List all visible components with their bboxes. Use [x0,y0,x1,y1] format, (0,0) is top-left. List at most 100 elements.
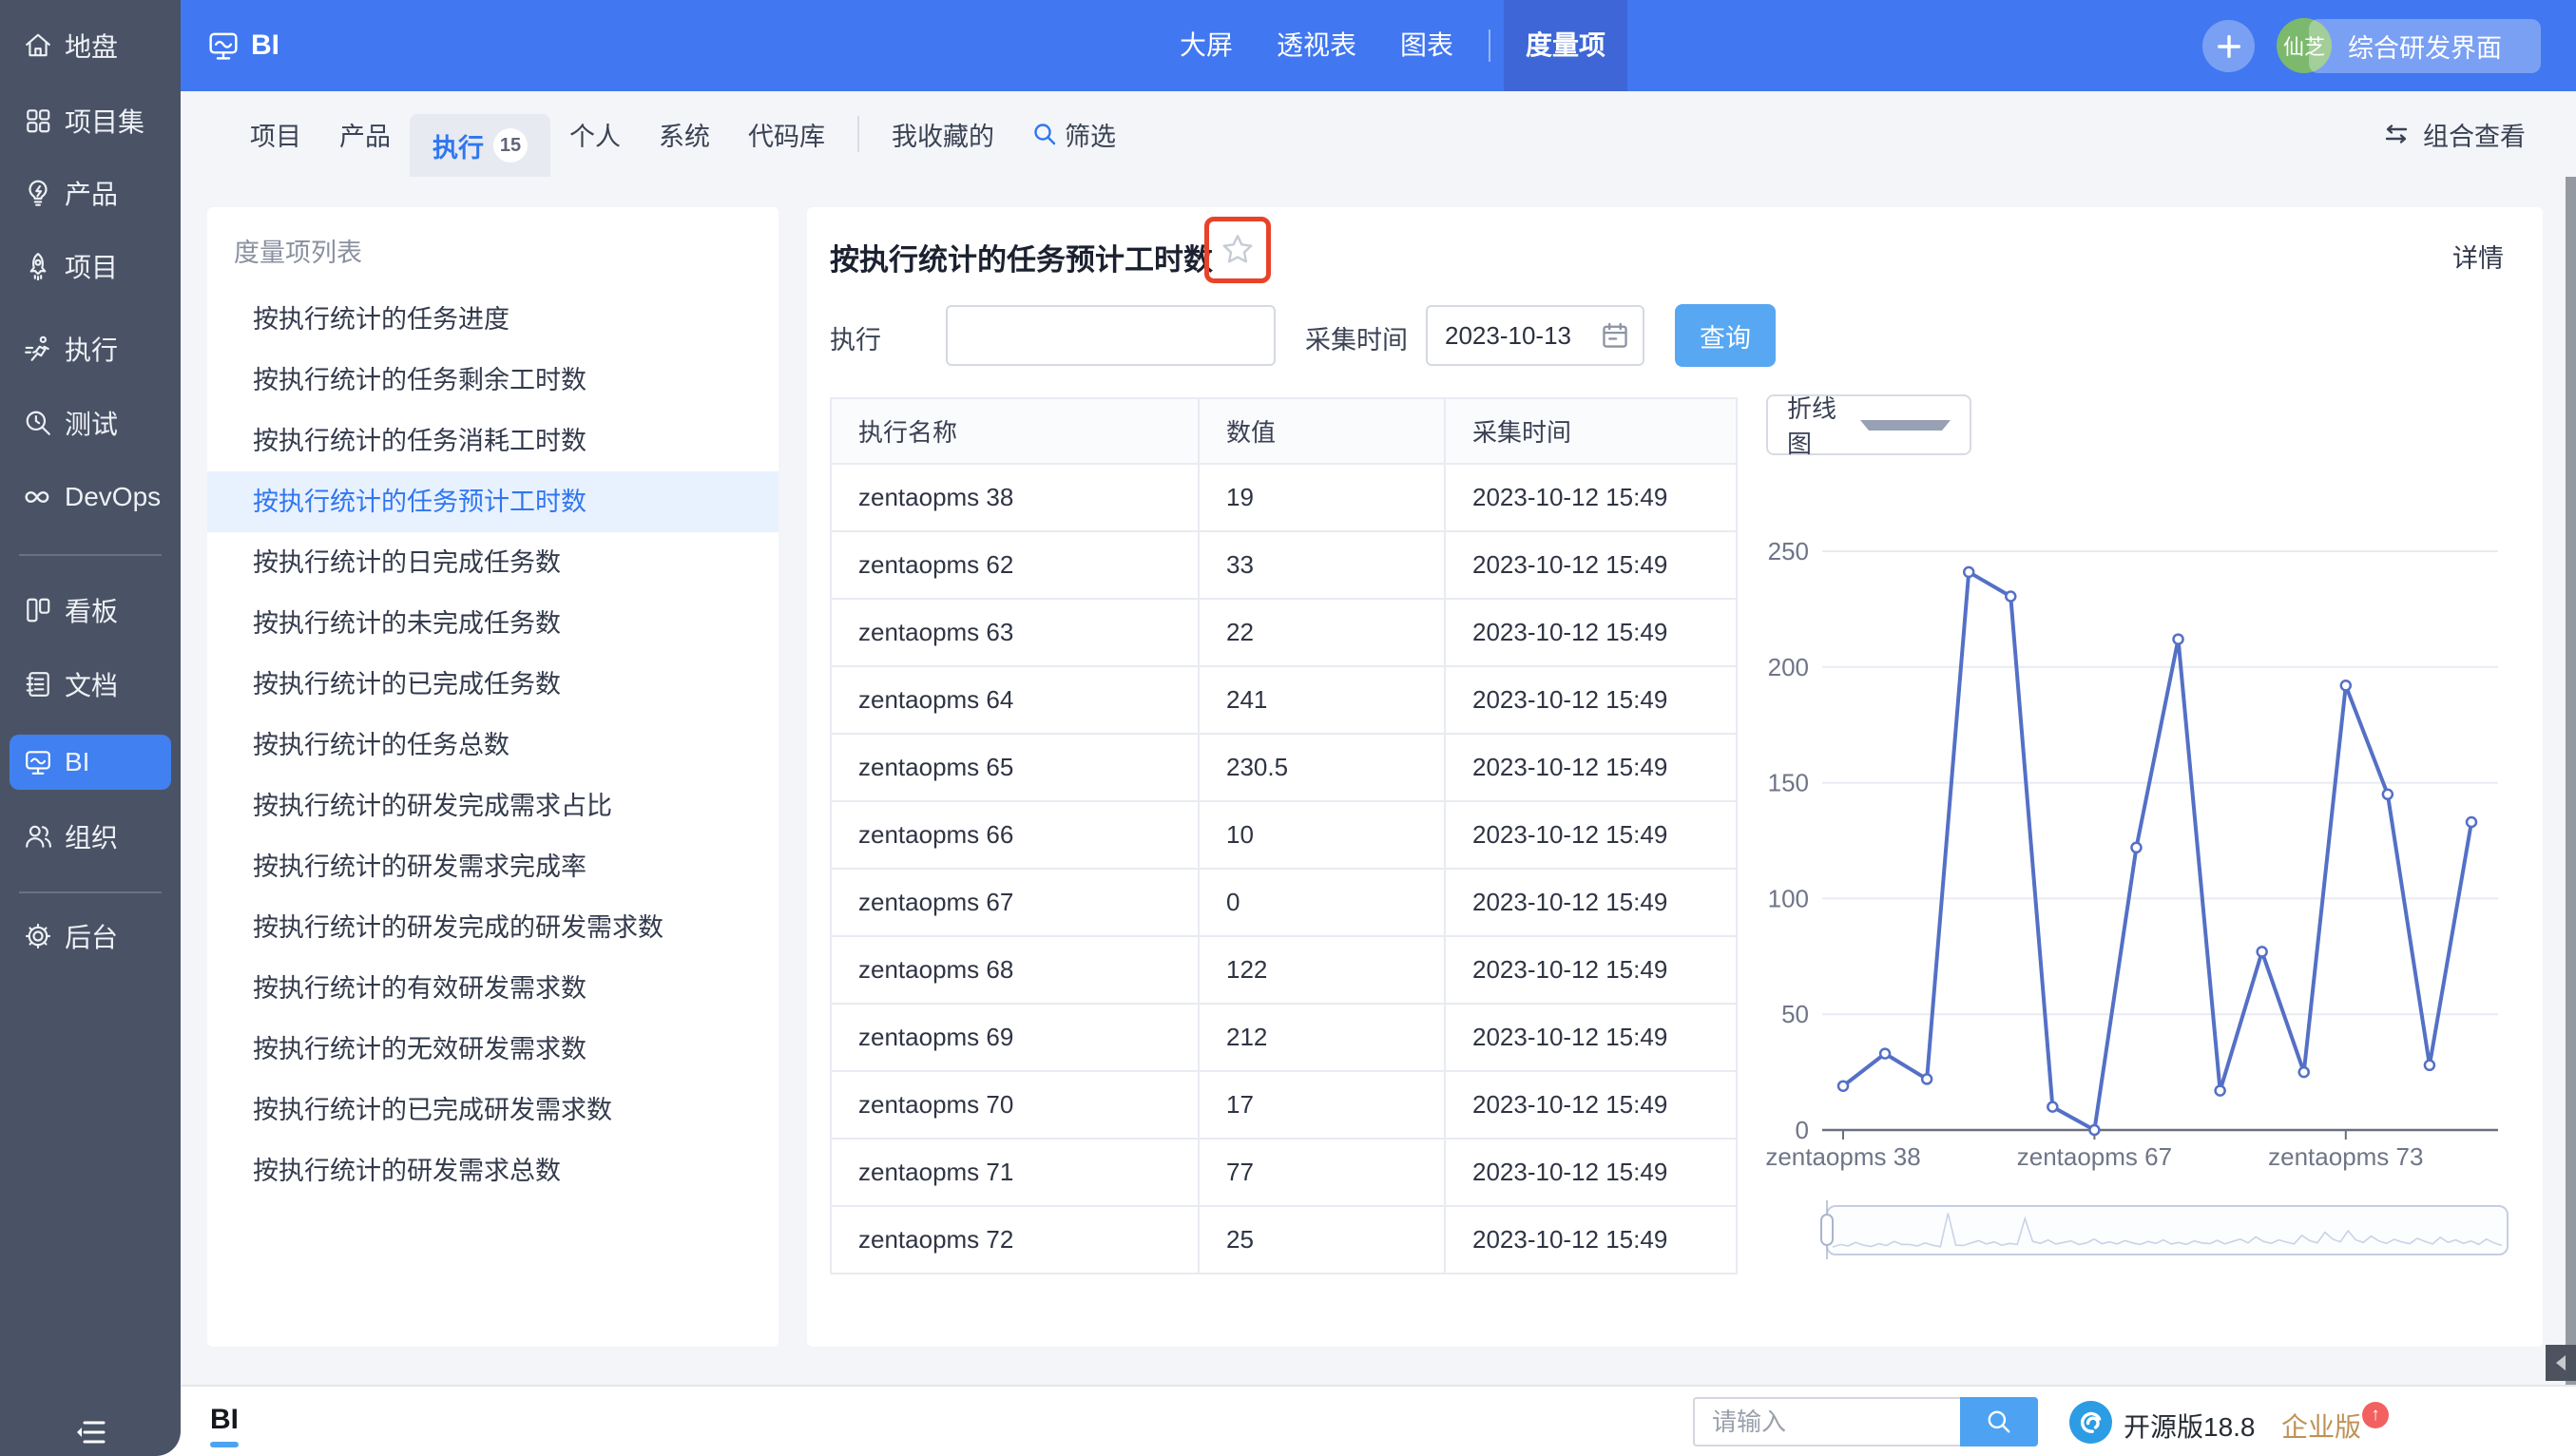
sidebar-item-dashboard[interactable]: 地盘 [0,18,181,73]
time-filter-label: 采集时间 [1305,319,1408,356]
measure-item-active[interactable]: 按执行统计的任务预计工时数 [207,471,779,532]
workspace-button[interactable]: 综合研发界面 [2309,19,2541,73]
table-row[interactable]: zentaopms 6702023-10-12 15:49 [831,869,1737,936]
measure-item[interactable]: 按执行统计的研发完成的研发需求数 [207,897,779,958]
measure-item[interactable]: 按执行统计的任务剩余工时数 [207,350,779,411]
sidebar-item-execution[interactable]: 执行 [0,321,181,376]
svg-text:50: 50 [1781,1000,1809,1028]
nav-metric[interactable]: 度量项 [1504,0,1627,91]
document-icon [24,670,52,699]
upgrade-arrow-icon[interactable]: ↑ [2362,1402,2389,1428]
query-button[interactable]: 查询 [1675,304,1776,367]
sidebar-item-devops[interactable]: DevOps [0,469,181,525]
nav-divider [1489,29,1490,62]
home-icon [24,31,52,60]
table-row[interactable]: zentaopms 63222023-10-12 15:49 [831,599,1737,666]
table-row[interactable]: zentaopms 72252023-10-12 15:49 [831,1206,1737,1274]
tab-favorites[interactable]: 我收藏的 [873,116,1013,153]
chart-type-select[interactable]: 折线图 [1766,394,1971,455]
table-row[interactable]: zentaopms 38192023-10-12 15:49 [831,464,1737,531]
zentao-logo[interactable] [2069,1401,2112,1444]
sidebar-item-admin[interactable]: 后台 [0,909,181,964]
measure-item[interactable]: 按执行统计的有效研发需求数 [207,958,779,1019]
tab-personal[interactable]: 个人 [550,116,640,153]
sidebar: 地盘 项目集 产品 项目 [0,0,181,1456]
measure-item[interactable]: 按执行统计的任务总数 [207,715,779,776]
col-value: 数值 [1199,398,1445,464]
measure-item[interactable]: 按执行统计的无效研发需求数 [207,1019,779,1080]
measure-item[interactable]: 按执行统计的已完成任务数 [207,654,779,715]
measure-item[interactable]: 按执行统计的任务消耗工时数 [207,411,779,471]
sidebar-item-kanban[interactable]: 看板 [0,583,181,638]
grid-icon [24,106,52,135]
date-picker[interactable]: 2023-10-13 [1426,305,1644,366]
detail-link[interactable]: 详情 [2452,238,2504,275]
enterprise-link[interactable]: 企业版 [2281,1407,2361,1445]
kanban-icon [24,596,52,624]
filter-button[interactable]: 筛选 [1013,116,1135,153]
sidebar-item-product[interactable]: 产品 [0,165,181,220]
table-row[interactable]: zentaopms 66102023-10-12 15:49 [831,801,1737,869]
nav-bigscreen[interactable]: 大屏 [1158,0,1255,91]
tab-product[interactable]: 产品 [320,116,410,153]
sidebar-item-doc[interactable]: 文档 [0,657,181,712]
tab-execution[interactable]: 执行 15 [410,114,550,177]
header-nav: 大屏 透视表 图表 度量项 [1158,0,1627,91]
panel-collapse-toggle[interactable] [2546,1345,2576,1381]
people-icon [24,822,52,851]
measure-item[interactable]: 按执行统计的研发需求总数 [207,1140,779,1201]
table-row[interactable]: zentaopms 70172023-10-12 15:49 [831,1071,1737,1139]
table-row[interactable]: zentaopms 692122023-10-12 15:49 [831,1004,1737,1071]
table-header-row: 执行名称 数值 采集时间 [831,398,1737,464]
footer: BI 开源版18.8 企业版 ↑ [0,1385,2576,1456]
table-row[interactable]: zentaopms 65230.52023-10-12 15:49 [831,734,1737,801]
tab-system[interactable]: 系统 [640,116,729,153]
svg-text:zentaopms 38: zentaopms 38 [1765,1142,1920,1171]
sidebar-item-org[interactable]: 组织 [0,809,181,864]
annotation-highlight [1204,217,1271,283]
search-icon [1986,1408,2012,1435]
search-icon [1032,122,1057,146]
table-row[interactable]: zentaopms 681222023-10-12 15:49 [831,936,1737,1004]
nav-chart[interactable]: 图表 [1378,0,1475,91]
col-exec-name: 执行名称 [831,398,1199,464]
rocket-icon [24,252,52,280]
sidebar-item-qa[interactable]: 测试 [0,395,181,450]
svg-text:zentaopms 73: zentaopms 73 [2268,1142,2423,1171]
measure-item[interactable]: 按执行统计的未完成任务数 [207,593,779,654]
page-title: 按执行统计的任务预计工时数 [830,236,1213,278]
bi-monitor-icon [207,29,240,62]
combo-view-button[interactable]: 组合查看 [2383,91,2526,177]
table-row[interactable]: zentaopms 62332023-10-12 15:49 [831,531,1737,599]
measure-item[interactable]: 按执行统计的研发完成需求占比 [207,776,779,836]
version-label[interactable]: 开源版18.8 [2124,1407,2256,1445]
measure-data-table: 执行名称 数值 采集时间 zentaopms 38192023-10-12 15… [830,397,1738,1274]
sidebar-collapse-button[interactable] [76,1416,108,1448]
favorite-star-button[interactable] [1220,232,1256,268]
sidebar-item-project[interactable]: 项目 [0,239,181,294]
app-logo-label: BI [251,29,279,62]
sidebar-item-program[interactable]: 项目集 [0,93,181,148]
chart-datazoom-slider[interactable] [1817,1200,2511,1259]
nav-pivot[interactable]: 透视表 [1255,0,1378,91]
measure-item[interactable]: 按执行统计的研发需求完成率 [207,836,779,897]
svg-text:0: 0 [1796,1116,1809,1144]
sidebar-item-bi[interactable]: BI [10,735,171,790]
exec-filter-input[interactable] [946,305,1276,366]
measure-item[interactable]: 按执行统计的日完成任务数 [207,532,779,593]
measure-item[interactable]: 按执行统计的任务进度 [207,289,779,350]
tab-project[interactable]: 项目 [231,116,320,153]
app-logo[interactable]: BI [207,0,279,91]
footer-search-input[interactable] [1693,1397,1960,1446]
tab-repo[interactable]: 代码库 [729,116,844,153]
create-button[interactable] [2202,20,2255,72]
table-row[interactable]: zentaopms 71772023-10-12 15:49 [831,1139,1737,1206]
footer-active-tab[interactable]: BI [210,1404,239,1436]
table-row[interactable]: zentaopms 642412023-10-12 15:49 [831,666,1737,734]
vertical-scrollbar[interactable] [2566,177,2576,1385]
measure-item[interactable]: 按执行统计的已完成研发需求数 [207,1080,779,1140]
measure-list-title: 度量项列表 [234,232,362,269]
svg-text:zentaopms 67: zentaopms 67 [2017,1142,2172,1171]
footer-search-button[interactable] [1960,1397,2038,1446]
subnav-tabs: 项目 产品 执行 15 个人 系统 代码库 我收藏的 筛选 [231,91,1135,177]
